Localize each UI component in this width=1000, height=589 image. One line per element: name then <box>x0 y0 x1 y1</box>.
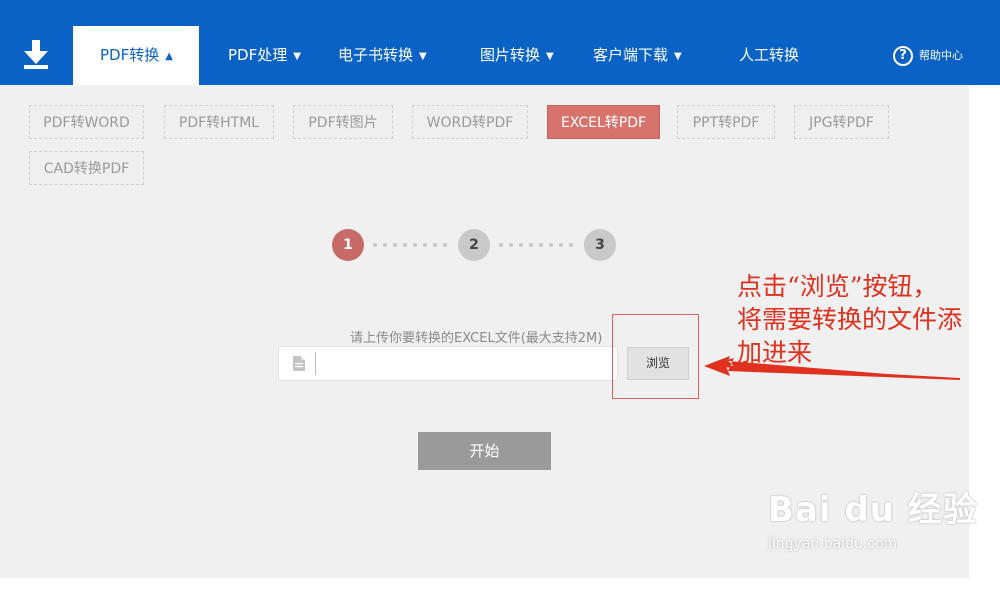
watermark-brand: Bai du 经验 <box>768 490 978 530</box>
annotation-line-1: 点击“浏览”按钮， <box>737 272 938 301</box>
annotation-text: 点击“浏览”按钮， 将需要转换的文件添 加进来 <box>737 270 987 369</box>
watermark-url: jingyan.baidu.com <box>768 536 898 552</box>
annotation-line-3: 加进来 <box>737 338 813 367</box>
baidu-watermark: Bai du 经验 jingyan.baidu.com <box>768 482 978 552</box>
annotation-line-2: 将需要转换的文件添 <box>737 305 963 334</box>
